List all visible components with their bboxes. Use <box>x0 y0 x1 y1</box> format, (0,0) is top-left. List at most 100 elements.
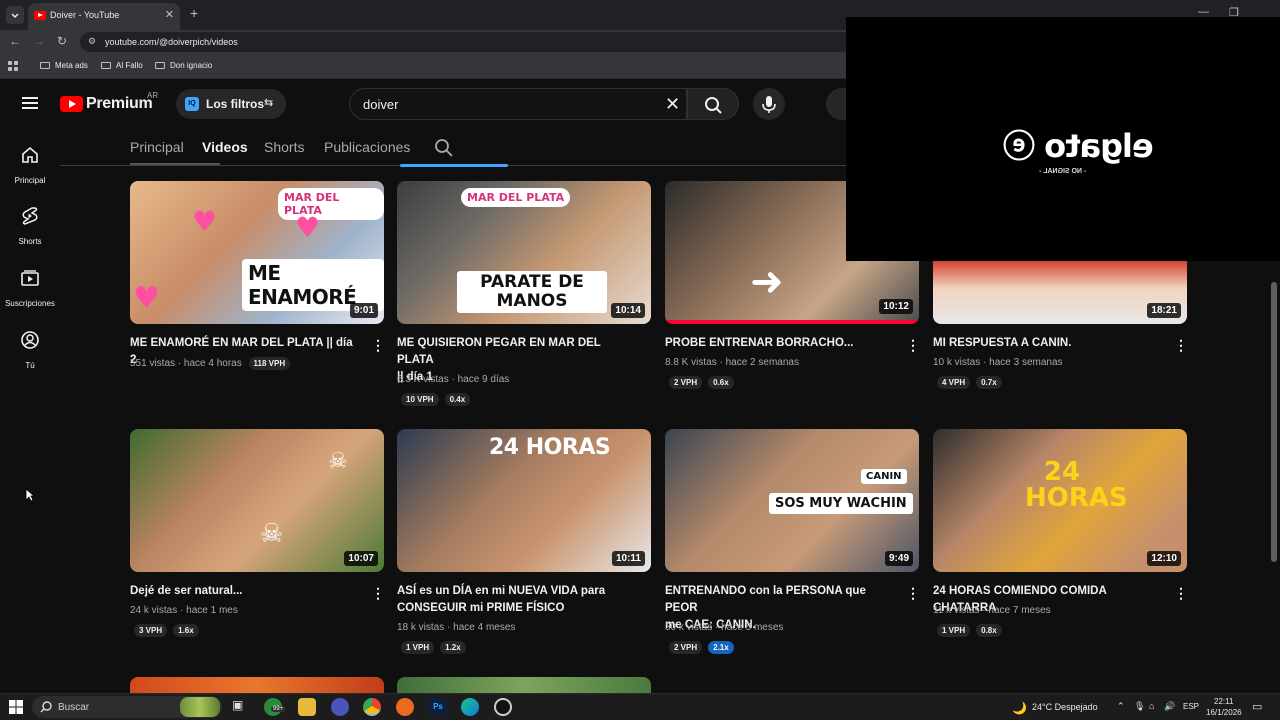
video-title[interactable]: ASÍ es un DÍA en mi NUEVA VIDA para CONSE… <box>397 583 627 617</box>
weather-text[interactable]: 24°C Despejado <box>1032 702 1098 712</box>
video-meta: 24 k vistas · hace 1 mes <box>130 605 238 616</box>
tab-videos[interactable]: Videos <box>202 139 248 155</box>
new-tab-button[interactable]: + <box>190 5 198 21</box>
app-icon[interactable] <box>396 698 414 716</box>
video-title[interactable]: MI RESPUESTA A CANIN. <box>933 335 1163 352</box>
search-button[interactable] <box>687 88 739 120</box>
ratio-badge: 1.6x <box>173 624 199 637</box>
video-meta: 18 k vistas · hace 4 meses <box>397 622 516 633</box>
sidebar-label: Shorts <box>18 237 42 246</box>
sliders-icon: ⇆ <box>264 97 274 109</box>
vpn-app-icon[interactable] <box>331 698 349 716</box>
video-thumbnail[interactable]: ☠ ☠ 10:07 <box>130 429 384 572</box>
video-title[interactable]: Dejé de ser natural... <box>130 583 360 600</box>
obs-icon[interactable] <box>494 698 512 716</box>
bookmark-don-ignacio[interactable]: Don ignacio <box>155 61 212 70</box>
chrome-icon[interactable] <box>363 698 381 716</box>
browser-tab[interactable]: Doiver - YouTube ✕ <box>28 3 180 30</box>
video-badges: 1 VPH 1.2x <box>401 637 472 654</box>
upload-age: hace 1 mes <box>186 605 238 616</box>
video-meta: 30 k vistas · hace 5 meses <box>665 622 784 633</box>
bookmark-meta-ads[interactable]: Meta ads <box>40 61 88 70</box>
apps-grid-icon[interactable] <box>8 61 18 71</box>
sidebar-label: Tú <box>25 361 35 370</box>
no-signal-text: - NO SIGNAL - <box>1039 168 1087 175</box>
video-thumbnail[interactable]: 24 HORAS 10:11 <box>397 429 651 572</box>
video-thumbnail[interactable] <box>397 677 651 693</box>
create-button[interactable] <box>826 88 846 120</box>
video-thumbnail[interactable]: 24 HORAS 12:10 <box>933 429 1187 572</box>
folder-icon <box>40 62 50 69</box>
more-options-icon[interactable]: ⋮ <box>906 584 920 602</box>
vph-badge: 10 VPH <box>401 393 439 406</box>
network-icon[interactable]: ⌂ <box>1149 701 1154 711</box>
task-view-icon[interactable]: ▣ <box>232 698 250 716</box>
chevron-up-icon[interactable]: ⌃ <box>1117 701 1125 712</box>
title-line: ASÍ es un DÍA en mi NUEVA VIDA para <box>397 585 606 597</box>
tab-publicaciones[interactable]: Publicaciones <box>324 139 410 155</box>
language-indicator[interactable]: ESP <box>1183 702 1199 711</box>
youtube-logo-icon[interactable] <box>60 96 83 112</box>
skull-icon: ☠ <box>260 519 284 549</box>
tab-close-icon[interactable]: ✕ <box>165 8 174 21</box>
shorts-icon <box>22 207 38 225</box>
scrollbar-thumb[interactable] <box>1271 282 1277 562</box>
more-options-icon[interactable]: ⋮ <box>1174 336 1188 354</box>
more-options-icon[interactable]: ⋮ <box>1174 584 1188 602</box>
upload-age: hace 3 semanas <box>989 357 1063 368</box>
video-badges: 1 VPH 0.8x <box>937 620 1008 637</box>
search-input[interactable]: doiver ✕ <box>349 88 687 120</box>
view-count: 30 k vistas <box>665 622 713 633</box>
more-options-icon[interactable]: ⋮ <box>906 336 920 354</box>
video-duration: 10:07 <box>344 551 378 566</box>
voice-search-button[interactable] <box>753 88 785 120</box>
bookmark-al-fallo[interactable]: Al Fallo <box>101 61 143 70</box>
video-duration: 9:49 <box>884 551 913 566</box>
site-info-icon[interactable]: ⚙ <box>88 36 96 47</box>
more-options-icon[interactable]: ⋮ <box>371 336 385 354</box>
volume-icon[interactable]: 🔊 <box>1164 701 1175 712</box>
video-duration: 9:01 <box>349 303 378 318</box>
tab-shorts[interactable]: Shorts <box>264 139 304 155</box>
thumbnail-name-tag: CANIN <box>861 469 907 484</box>
channel-search-icon[interactable] <box>434 138 454 158</box>
sidebar-label: Suscripciones <box>5 299 55 308</box>
video-thumbnail[interactable]: CANIN SOS MUY WACHIN 9:49 <box>665 429 919 572</box>
photoshop-icon[interactable]: Ps <box>429 698 447 716</box>
video-badges: 3 VPH 1.6x <box>134 620 205 637</box>
search-icon <box>705 97 722 114</box>
back-arrow-icon[interactable]: ← <box>9 34 21 48</box>
video-meta: 551 vistas · hace 4 horas 118 VPH <box>130 357 296 370</box>
clock-date[interactable]: 16/1/2026 <box>1206 708 1242 717</box>
notifications-icon[interactable]: ▭ <box>1252 700 1262 713</box>
video-badges: 4 VPH 0.7x <box>937 372 1008 389</box>
microphone-icon[interactable]: 🎙 <box>1134 701 1145 712</box>
video-thumbnail[interactable]: MAR DEL PLATA ME ENAMORÉ ♥ ♥ ♥ 9:01 <box>130 181 384 324</box>
bookmark-label: Al Fallo <box>116 61 143 70</box>
folder-icon <box>101 62 111 69</box>
sidebar-item-shorts[interactable]: Shorts <box>0 206 60 246</box>
video-title[interactable]: PROBE ENTRENAR BORRACHO... <box>665 335 895 352</box>
edge-icon[interactable] <box>461 698 479 716</box>
forward-arrow-icon[interactable]: → <box>33 34 45 48</box>
tab-list-button[interactable] <box>6 6 24 24</box>
filters-button[interactable]: IQ Los filtros ⇆ <box>176 89 286 119</box>
file-explorer-icon[interactable] <box>298 698 316 716</box>
taskbar-search[interactable]: Buscar <box>32 696 222 718</box>
video-thumbnail[interactable]: MAR DEL PLATA PARATE DE MANOS 10:14 <box>397 181 651 324</box>
sidebar-label: Principal <box>14 176 46 185</box>
reload-icon[interactable]: ↻ <box>57 34 67 48</box>
logo-text[interactable]: Premium <box>86 95 153 113</box>
clock-time[interactable]: 22:11 <box>1214 697 1233 706</box>
video-thumbnail[interactable] <box>130 677 384 693</box>
sidebar-item-home[interactable]: Principal <box>0 145 60 185</box>
tab-principal[interactable]: Principal <box>130 139 184 155</box>
ratio-badge: 0.4x <box>444 393 471 406</box>
more-options-icon[interactable]: ⋮ <box>371 584 385 602</box>
sidebar-item-subscriptions[interactable]: Suscripciones <box>0 268 60 308</box>
sidebar-item-you[interactable]: Tú <box>0 330 60 370</box>
menu-icon[interactable] <box>22 97 38 109</box>
upload-age: hace 5 meses <box>721 622 784 633</box>
clear-search-icon[interactable]: ✕ <box>665 94 680 115</box>
windows-start-icon[interactable] <box>9 700 23 714</box>
